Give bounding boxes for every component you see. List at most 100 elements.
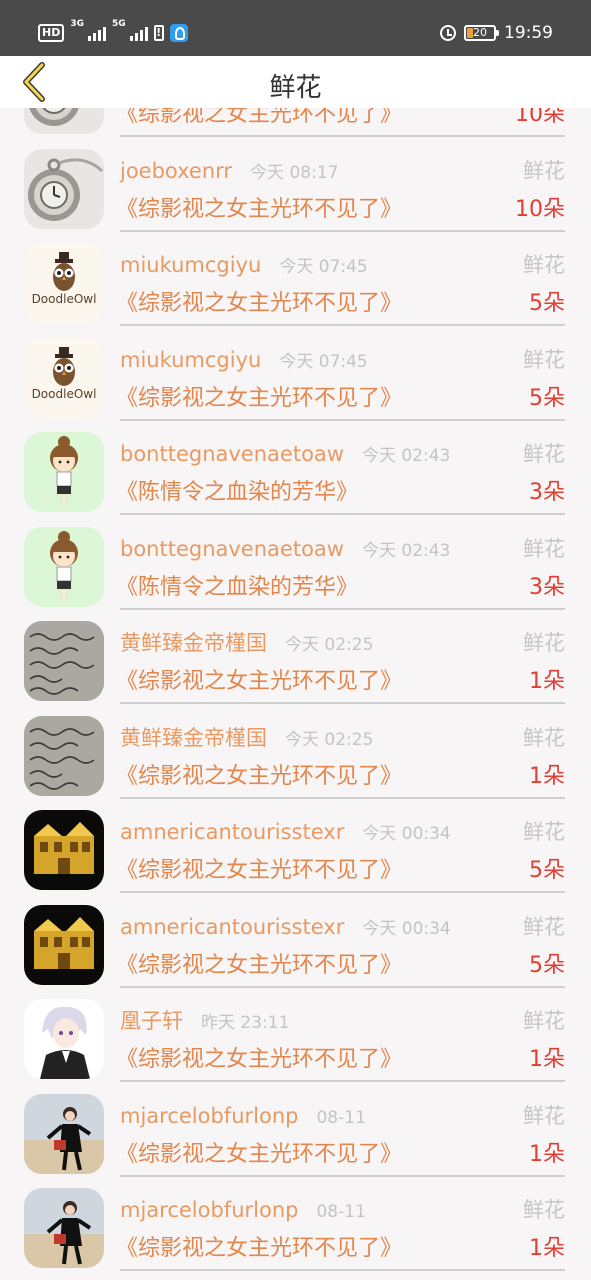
list-item[interactable]: mjarcelobfurlonp 08-11 鲜花 《综影视之女主光环不见了》 1朵 <box>0 1180 591 1275</box>
user-avatar-image <box>24 904 104 985</box>
avatar[interactable] <box>24 715 104 796</box>
signal-strength-icon <box>129 25 148 41</box>
username[interactable]: joeboxenrr <box>120 159 232 183</box>
timestamp: 08-11 <box>316 1202 366 1222</box>
row-divider <box>120 985 565 988</box>
row-divider <box>120 1080 565 1082</box>
timestamp: 今天 02:43 <box>361 446 451 466</box>
book-title[interactable]: 《综影视之女主光环不见了》 <box>116 108 402 128</box>
user-avatar-image <box>24 715 104 796</box>
status-bar: HD 3G 5G ! 20 19:59 <box>0 0 591 56</box>
timestamp: 今天 02:25 <box>285 635 374 655</box>
user-avatar-image: DoodleOwl <box>24 243 104 323</box>
timestamp: 今天 08:17 <box>250 162 339 183</box>
svg-text:DoodleOwl: DoodleOwl <box>32 387 97 401</box>
list-item[interactable]: 黄鲜臻金帝槿国 今天 02:25 鲜花 《综影视之女主光环不见了》 1朵 <box>0 613 591 708</box>
book-title[interactable]: 《综影视之女主光环不见了》 <box>116 380 402 412</box>
user-avatar-image <box>24 621 104 701</box>
list-item[interactable]: joeboxenrr今天 08:17鲜花《综影视之女主光环不见了》10朵 <box>0 108 591 141</box>
list-item[interactable]: amnericantourisstexr 今天 00:34 鲜花《综影视之女主光环不… <box>0 802 591 897</box>
username[interactable]: miukumcgiyu <box>120 253 261 277</box>
row-divider <box>120 607 565 610</box>
book-title[interactable]: 《综影视之女主光环不见了》 <box>116 1136 402 1168</box>
username[interactable]: amnericantourisstexr <box>120 915 344 939</box>
top-navigation-bar: 鲜花 <box>0 56 591 108</box>
timestamp: 今天 07:45 <box>279 257 368 277</box>
username[interactable]: mjarcelobfurlonp <box>120 1104 298 1128</box>
timestamp: 昨天 23:11 <box>201 1013 290 1033</box>
clock: 19:59 <box>504 23 553 43</box>
user-avatar-image <box>24 810 104 890</box>
list-item[interactable]: mjarcelobfurlonp 08-11 鲜花 《综影视之女主光环不见了》 1朵 <box>0 1086 591 1181</box>
username[interactable]: 黄鲜臻金帝槿国 <box>120 722 267 752</box>
gift-type-label: 鲜花 <box>523 442 565 466</box>
list-item[interactable]: DoodleOwl miukumcgiyu 今天 07:45 鲜花 《综影视之女主光环不… <box>0 330 591 425</box>
flower-gift-list[interactable]: joeboxenrr今天 08:17鲜花《综影视之女主光环不见了》10朵 joeb… <box>0 108 591 1280</box>
gift-type-label: 鲜花 <box>523 1103 565 1128</box>
gift-type-label: 鲜花 <box>523 725 565 750</box>
sim-alert-icon: ! <box>153 25 164 41</box>
username[interactable]: bonttegnavenaetoaw <box>120 442 344 466</box>
username[interactable]: amnericantourisstexr <box>120 820 344 844</box>
user-avatar-image: DoodleOwl <box>24 337 104 418</box>
avatar[interactable] <box>24 904 104 985</box>
user-avatar-image <box>24 999 104 1079</box>
list-item[interactable]: joeboxenrr今天 08:17鲜花《综影视之女主光环不见了》10朵 <box>0 141 591 236</box>
book-title[interactable]: 《综影视之女主光环不见了》 <box>116 947 402 979</box>
user-avatar-image <box>24 526 104 607</box>
gift-amount: 3朵 <box>529 574 565 600</box>
row-divider <box>120 702 565 704</box>
list-item[interactable]: bonttegnavenaetoaw 今天 02:43 鲜花 《陈情令之血染的芳华》 3… <box>0 424 591 519</box>
book-title[interactable]: 《综影视之女主光环不见了》 <box>116 285 402 317</box>
row-divider <box>120 324 565 326</box>
avatar[interactable]: DoodleOwl <box>24 243 104 323</box>
avatar[interactable]: DoodleOwl <box>24 337 104 418</box>
gift-type-label: 鲜花 <box>523 1198 565 1222</box>
alarm-icon <box>440 25 456 41</box>
gift-amount: 1朵 <box>529 669 565 694</box>
username[interactable]: miukumcgiyu <box>120 348 261 372</box>
username[interactable]: 黄鲜臻金帝槿国 <box>120 627 267 657</box>
user-avatar-image <box>24 148 104 229</box>
username[interactable]: mjarcelobfurlonp <box>120 1198 298 1222</box>
avatar[interactable] <box>24 1188 104 1268</box>
avatar[interactable] <box>24 1093 104 1174</box>
book-title[interactable]: 《综影视之女主光环不见了》 <box>116 1230 402 1262</box>
book-title[interactable]: 《陈情令之血染的芳华》 <box>116 569 358 601</box>
gift-amount: 1朵 <box>529 1047 565 1072</box>
avatar[interactable] <box>24 108 104 134</box>
book-title[interactable]: 《陈情令之血染的芳华》 <box>116 474 358 506</box>
gift-amount: 5朵 <box>529 858 565 883</box>
row-divider <box>120 229 565 232</box>
avatar[interactable] <box>24 148 104 229</box>
username[interactable]: 凰子轩 <box>120 1005 183 1035</box>
gift-amount: 5朵 <box>529 385 565 411</box>
list-item[interactable]: amnericantourisstexr 今天 00:34 鲜花 《综影视之女主光环不… <box>0 897 591 992</box>
list-item[interactable]: 黄鲜臻金帝槿国 今天 02:25 鲜花 《综影视之女主光环不见了》 1朵 <box>0 708 591 803</box>
avatar[interactable] <box>24 810 104 890</box>
username[interactable]: bonttegnavenaetoaw <box>120 537 344 561</box>
list-item[interactable]: 凰子轩 昨天 23:11 鲜花《综影视之女主光环不见了》 1朵 <box>0 991 591 1086</box>
timestamp: 今天 02:43 <box>361 540 451 561</box>
book-title[interactable]: 《综影视之女主光环不见了》 <box>116 758 402 790</box>
avatar[interactable] <box>24 526 104 607</box>
row-divider <box>120 1174 565 1177</box>
list-item[interactable]: bonttegnavenaetoaw 今天 02:43 鲜花 《陈情令之血染的芳华》 3… <box>0 519 591 614</box>
book-title[interactable]: 《综影视之女主光环不见了》 <box>116 191 402 223</box>
avatar[interactable] <box>24 999 104 1079</box>
book-title[interactable]: 《综影视之女主光环不见了》 <box>116 663 402 695</box>
notification-app-icon <box>169 24 188 42</box>
gift-type-label: 鲜花 <box>523 1009 565 1033</box>
status-left-icons: HD 3G 5G ! <box>38 20 188 46</box>
list-item[interactable]: DoodleOwl miukumcgiyu 今天 07:45 鲜花 《综影视之女主光环不… <box>0 235 591 330</box>
book-title[interactable]: 《综影视之女主光环不见了》 <box>116 1041 402 1073</box>
timestamp: 今天 02:25 <box>285 729 374 750</box>
timestamp: 今天 00:34 <box>362 918 451 939</box>
timestamp: 今天 00:34 <box>362 824 451 844</box>
avatar[interactable] <box>24 621 104 701</box>
row-divider <box>120 1269 565 1271</box>
gift-amount: 1朵 <box>529 1141 565 1167</box>
gift-type-label: 鲜花 <box>523 820 565 844</box>
avatar[interactable] <box>24 432 104 512</box>
book-title[interactable]: 《综影视之女主光环不见了》 <box>116 852 402 884</box>
